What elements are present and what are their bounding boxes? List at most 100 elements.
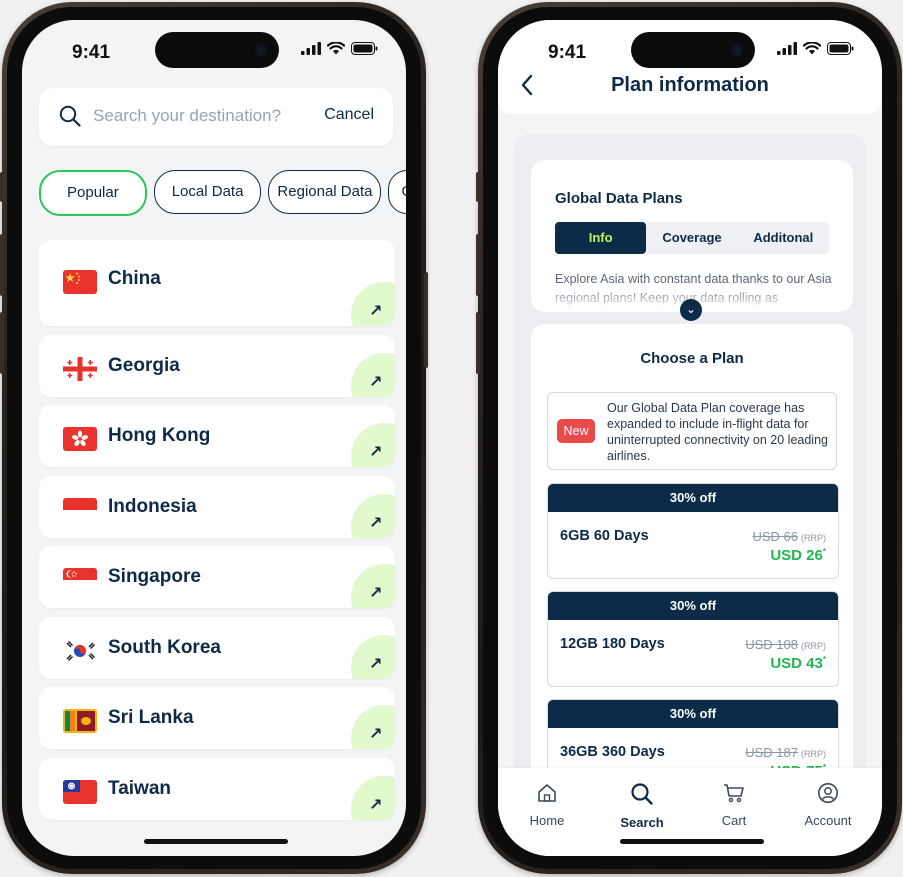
battery-icon xyxy=(827,42,854,55)
home-indicator xyxy=(144,839,288,844)
old-price: USD 187 (RRP) xyxy=(745,745,826,760)
status-icons xyxy=(301,42,378,55)
global-plans-card: Global Data Plans Info Coverage Additona… xyxy=(531,160,853,312)
tab-additional[interactable]: Additonal xyxy=(738,222,829,254)
sri-lanka-flag-icon xyxy=(63,709,97,733)
destination-name: Hong Kong xyxy=(108,425,211,446)
tab-coverage[interactable]: Coverage xyxy=(646,222,737,254)
destination-list: China ↗ Georgia ↗ Hong Kong ↗ Indonesia … xyxy=(39,240,395,828)
old-price: USD 66 (RRP) xyxy=(752,529,826,544)
destination-item-hong-kong[interactable]: Hong Kong ↗ xyxy=(39,405,395,467)
cart-icon xyxy=(724,784,744,803)
go-button[interactable]: ↗ xyxy=(351,705,395,749)
tab-search[interactable]: Search xyxy=(602,782,682,830)
search-icon xyxy=(59,105,81,127)
go-button[interactable]: ↗ xyxy=(351,423,395,467)
status-icons xyxy=(777,42,854,55)
taiwan-flag-icon xyxy=(63,779,97,804)
china-flag-icon xyxy=(63,270,97,294)
plan-name: 12GB 180 Days xyxy=(560,636,665,652)
home-icon xyxy=(538,784,556,802)
arrow-up-right-icon: ↗ xyxy=(369,585,383,602)
old-price: USD 108 (RRP) xyxy=(745,637,826,652)
plan-tabs: Info Coverage Additonal xyxy=(555,222,829,254)
tab-home[interactable]: Home xyxy=(507,782,587,828)
destination-name: Georgia xyxy=(108,354,180,376)
dynamic-island xyxy=(631,32,755,68)
global-plans-heading: Global Data Plans xyxy=(555,190,683,207)
search-screen: 9:41 Search your destination? Cancel Pop… xyxy=(22,20,406,856)
mute-switch xyxy=(0,172,4,202)
tab-account[interactable]: Account xyxy=(788,782,868,828)
go-button[interactable]: ↗ xyxy=(351,564,395,608)
chip-global-data[interactable]: G xyxy=(388,170,406,214)
search-bar[interactable]: Search your destination? Cancel xyxy=(39,88,393,146)
arrow-up-right-icon: ↗ xyxy=(369,796,383,814)
signal-icon xyxy=(301,42,321,55)
go-button[interactable]: ↗ xyxy=(351,634,395,679)
chip-local-data[interactable]: Local Data xyxy=(153,170,262,214)
mute-switch xyxy=(476,172,480,202)
destination-name: Taiwan xyxy=(108,777,171,799)
destination-item-indonesia[interactable]: Indonesia ↗ xyxy=(39,475,395,538)
destination-name: Sri Lanka xyxy=(108,707,194,728)
signal-icon xyxy=(777,42,797,55)
indonesia-flag-icon xyxy=(63,497,97,522)
go-button[interactable]: ↗ xyxy=(351,493,395,538)
wifi-icon xyxy=(327,42,345,55)
search-icon xyxy=(631,783,653,805)
destination-item-georgia[interactable]: Georgia ↗ xyxy=(39,334,395,397)
destination-name: South Korea xyxy=(108,636,221,658)
cancel-button[interactable]: Cancel xyxy=(324,106,374,124)
dynamic-island xyxy=(155,32,279,68)
volume-down-button xyxy=(0,312,4,374)
go-button[interactable]: ↗ xyxy=(351,352,395,397)
destination-item-china[interactable]: China ↗ xyxy=(39,240,395,326)
destination-name: Singapore xyxy=(108,566,201,587)
expand-chevron-icon[interactable]: ⌄ xyxy=(680,299,702,321)
page-title: Plan information xyxy=(611,74,769,96)
destination-name: China xyxy=(108,268,161,289)
destination-item-sri-lanka[interactable]: Sri Lanka ↗ xyxy=(39,687,395,749)
choose-plan-heading: Choose a Plan xyxy=(640,350,744,367)
tab-label: Search xyxy=(620,815,664,830)
destination-item-singapore[interactable]: Singapore ↗ xyxy=(39,546,395,608)
arrow-up-right-icon: ↗ xyxy=(369,655,383,673)
plan-name: 36GB 360 Days xyxy=(560,744,665,760)
discount-banner: 30% off xyxy=(548,592,838,620)
new-badge: New xyxy=(557,419,595,443)
header-bar: 9:41 Plan information xyxy=(498,20,882,114)
new-price: USD 43* xyxy=(770,655,826,672)
georgia-flag-icon xyxy=(63,356,97,381)
go-button[interactable]: ↗ xyxy=(351,282,395,326)
home-indicator xyxy=(620,839,764,844)
go-button[interactable]: ↗ xyxy=(351,775,395,820)
discount-banner: 30% off xyxy=(548,484,838,512)
wifi-icon xyxy=(803,42,821,55)
new-price: USD 26* xyxy=(770,547,826,564)
tab-label: Home xyxy=(529,813,565,828)
plan-option-12gb[interactable]: 30% off 12GB 180 Days USD 108 (RRP) USD 4… xyxy=(547,591,839,687)
singapore-flag-icon xyxy=(63,568,97,592)
chip-popular[interactable]: Popular xyxy=(39,170,147,216)
destination-item-taiwan[interactable]: Taiwan ↗ xyxy=(39,757,395,820)
plan-name: 6GB 60 Days xyxy=(560,528,649,544)
tab-cart[interactable]: Cart xyxy=(694,782,774,828)
search-input[interactable]: Search your destination? xyxy=(93,106,281,126)
tab-label: Cart xyxy=(721,813,747,828)
volume-down-button xyxy=(476,312,480,374)
account-icon xyxy=(818,783,838,803)
hong-kong-flag-icon xyxy=(63,427,97,451)
volume-up-button xyxy=(0,234,4,296)
notice-box: New Our Global Data Plan coverage has ex… xyxy=(547,392,837,470)
destination-name: Indonesia xyxy=(108,495,197,517)
tab-info[interactable]: Info xyxy=(555,222,647,254)
arrow-up-right-icon: ↗ xyxy=(369,514,383,532)
chip-regional-data[interactable]: Regional Data xyxy=(268,170,382,214)
tab-label: Account xyxy=(804,813,852,828)
arrow-up-right-icon: ↗ xyxy=(369,303,383,320)
south-korea-flag-icon xyxy=(63,638,97,663)
destination-item-south-korea[interactable]: South Korea ↗ xyxy=(39,616,395,679)
plan-option-6gb[interactable]: 30% off 6GB 60 Days USD 66 (RRP) USD 26* xyxy=(547,483,839,579)
power-button xyxy=(424,272,428,368)
